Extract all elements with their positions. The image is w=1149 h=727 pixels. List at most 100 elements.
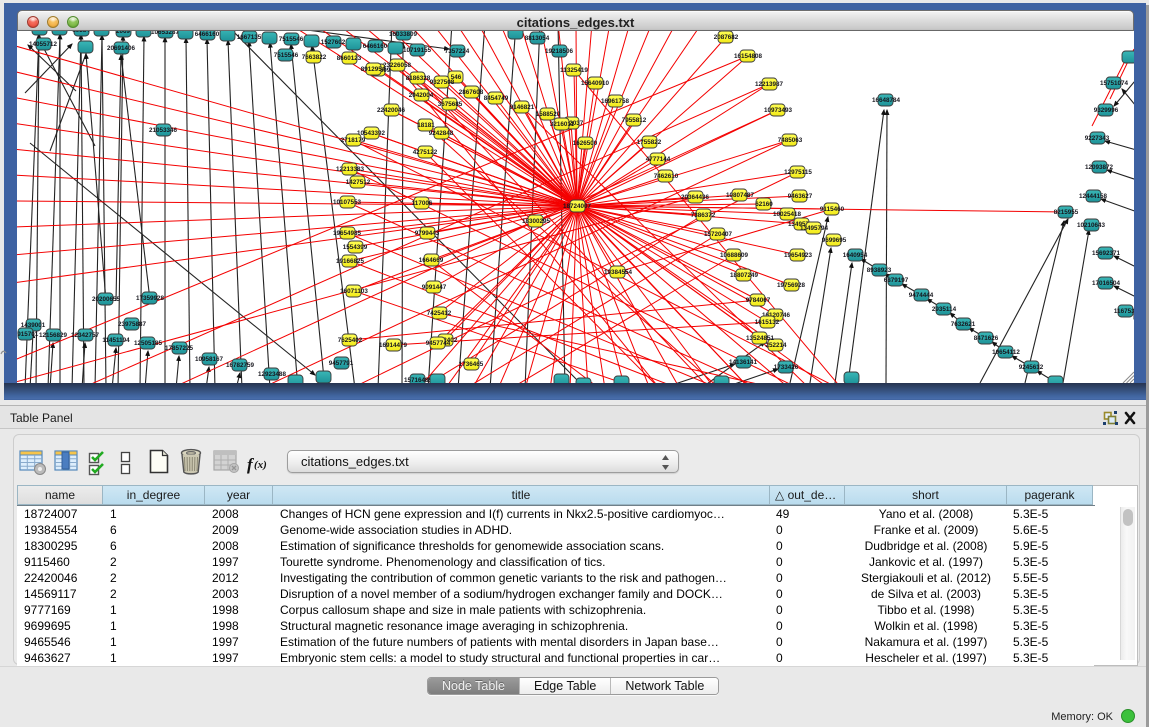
svg-text:10958167: 10958167 [195, 356, 224, 363]
svg-text:9699695: 9699695 [822, 237, 847, 244]
svg-text:9115460: 9115460 [820, 206, 845, 213]
svg-text:3216011: 3216011 [550, 121, 575, 128]
svg-text:10210643: 10210643 [1077, 222, 1106, 229]
svg-text:117006: 117006 [412, 200, 433, 207]
svg-text:2935114: 2935114 [932, 306, 957, 313]
svg-text:1626500: 1626500 [573, 140, 598, 147]
svg-text:8938923: 8938923 [867, 267, 892, 274]
svg-text:23975887: 23975887 [118, 321, 147, 328]
svg-text:1733426: 1733426 [774, 364, 799, 371]
svg-text:12505185: 12505185 [134, 340, 163, 347]
svg-text:7515546: 7515546 [274, 52, 299, 59]
svg-text:16782759: 16782759 [226, 362, 255, 369]
svg-text:4275122: 4275122 [413, 149, 438, 156]
svg-text:15692371: 15692371 [1092, 250, 1121, 257]
svg-text:12444158: 12444158 [1079, 193, 1108, 200]
svg-text:1615132: 1615132 [755, 319, 780, 326]
svg-text:18807249: 18807249 [730, 272, 759, 279]
svg-text:9474444: 9474444 [909, 292, 934, 299]
svg-text:9327508: 9327508 [430, 79, 455, 86]
svg-text:10688609: 10688609 [720, 252, 749, 259]
svg-text:15751074: 15751074 [1100, 80, 1129, 87]
svg-text:8471626: 8471626 [974, 335, 999, 342]
svg-text:10719155: 10719155 [403, 47, 432, 54]
svg-text:10025418: 10025418 [773, 211, 802, 218]
svg-text:14055712: 14055712 [25, 31, 54, 33]
svg-text:4777144: 4777144 [646, 156, 671, 163]
svg-text:2718179: 2718179 [341, 137, 366, 144]
svg-text:1167533: 1167533 [1114, 308, 1134, 315]
svg-text:18724007: 18724007 [563, 203, 592, 210]
svg-text:9245612: 9245612 [1019, 364, 1044, 371]
svg-text:1640954: 1640954 [843, 252, 868, 259]
svg-text:9457791: 9457791 [329, 360, 354, 367]
svg-text:16154808: 16154808 [734, 53, 763, 60]
svg-text:10543392: 10543392 [357, 130, 386, 137]
svg-text:20364436: 20364436 [681, 194, 710, 201]
svg-text:1736465: 1736465 [459, 361, 484, 368]
svg-text:1664669: 1664669 [419, 257, 444, 264]
svg-text:10973493: 10973493 [764, 107, 793, 114]
svg-text:16914479: 16914479 [379, 342, 408, 349]
svg-text:19384: 19384 [72, 31, 90, 34]
svg-text:19218506: 19218506 [545, 48, 574, 55]
svg-text:7386372: 7386372 [691, 212, 716, 219]
svg-text:3675685: 3675685 [438, 101, 463, 108]
svg-text:10807487: 10807487 [726, 192, 755, 199]
svg-text:252214: 252214 [765, 342, 787, 349]
svg-text:2867608: 2867608 [459, 89, 484, 96]
svg-text:15720407: 15720407 [704, 231, 733, 238]
svg-text:1427512: 1427512 [346, 179, 371, 186]
svg-text:8660123: 8660123 [337, 55, 362, 62]
svg-text:9463627: 9463627 [788, 193, 813, 200]
svg-text:7485063: 7485063 [778, 137, 803, 144]
svg-text:10653287: 10653287 [151, 31, 180, 36]
svg-text:19166825: 19166825 [336, 258, 365, 265]
svg-text:12156829: 12156829 [39, 332, 68, 339]
svg-text:7357224: 7357224 [445, 48, 470, 55]
svg-text:10107553: 10107553 [333, 199, 362, 206]
svg-text:(x): (x) [254, 459, 267, 471]
svg-text:3915701: 3915701 [17, 331, 39, 338]
svg-text:9091447: 9091447 [422, 284, 447, 291]
svg-text:17016504: 17016504 [1092, 280, 1121, 287]
svg-text:62160: 62160 [755, 201, 773, 208]
svg-text:8186328: 8186328 [406, 75, 431, 82]
svg-text:9457744: 9457744 [426, 340, 451, 347]
svg-text:7663822: 7663822 [302, 54, 327, 61]
svg-text:12093872: 12093872 [1085, 164, 1114, 171]
svg-text:1588520: 1588520 [536, 111, 561, 118]
svg-text:8813054: 8813054 [525, 35, 550, 42]
svg-text:16033809: 16033809 [389, 31, 418, 38]
svg-text:20691406: 20691406 [107, 45, 136, 52]
svg-text:13524851: 13524851 [746, 335, 775, 342]
svg-text:16648784: 16648784 [872, 97, 901, 104]
svg-text:1667135: 1667135 [237, 34, 262, 41]
svg-text:9784067: 9784067 [746, 297, 771, 304]
svg-text:1527602: 1527602 [321, 39, 346, 46]
svg-text:19654985: 19654985 [333, 230, 362, 237]
svg-text:11325419: 11325419 [560, 67, 588, 74]
svg-text:19654923: 19654923 [784, 252, 813, 259]
svg-text:21053346: 21053346 [149, 127, 178, 134]
svg-text:8912954: 8912954 [361, 66, 386, 73]
svg-text:7632621: 7632621 [951, 321, 976, 328]
svg-text:2087682: 2087682 [714, 34, 739, 41]
svg-text:1755822: 1755822 [637, 139, 662, 146]
svg-text:12342757: 12342757 [71, 332, 100, 339]
svg-text:15716485: 15716485 [404, 377, 433, 383]
svg-text:10654112: 10654112 [992, 349, 1020, 356]
svg-text:22420046: 22420046 [377, 107, 406, 114]
svg-text:2069: 2069 [116, 31, 131, 35]
svg-text:15640910: 15640910 [581, 80, 610, 87]
svg-text:16961758: 16961758 [601, 98, 630, 105]
svg-text:12213987: 12213987 [755, 81, 784, 88]
svg-text:7462610: 7462610 [654, 173, 679, 180]
svg-text:9227343: 9227343 [1085, 135, 1110, 142]
svg-text:17857225: 17857225 [165, 345, 194, 352]
svg-text:12975115: 12975115 [784, 169, 812, 176]
svg-text:17359928: 17359928 [136, 295, 165, 302]
svg-text:9799443: 9799443 [415, 230, 440, 237]
svg-text:13495794: 13495794 [800, 225, 829, 232]
svg-text:7625402: 7625402 [338, 337, 363, 344]
